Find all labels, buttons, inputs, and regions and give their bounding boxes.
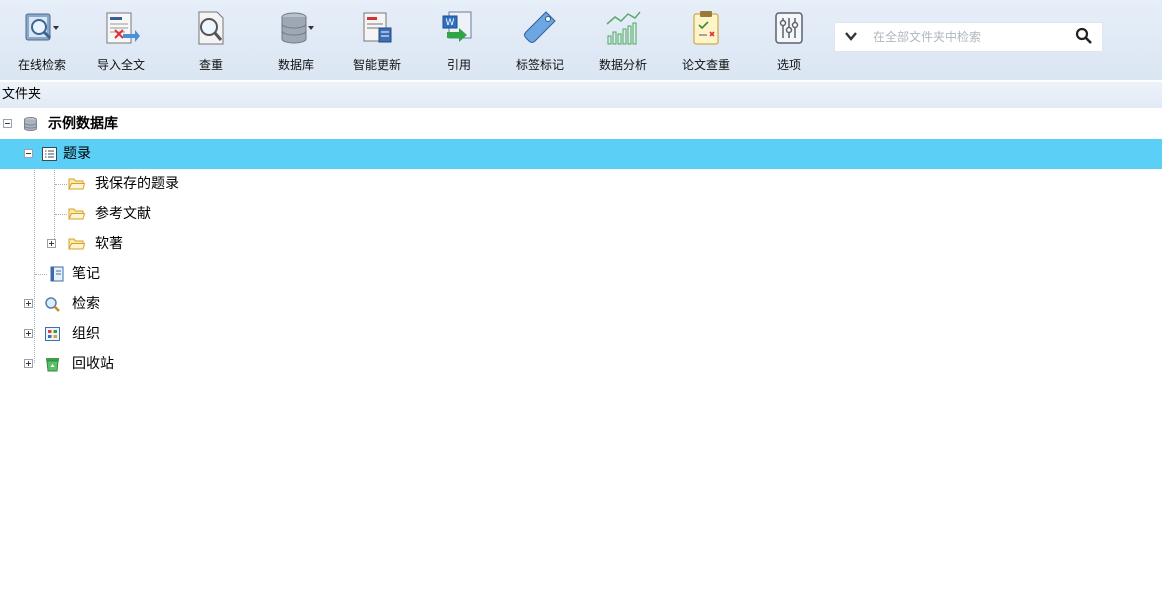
search-icon — [44, 296, 61, 312]
folder-pane-title: 文件夹 — [2, 87, 42, 102]
tree-item-label: 组织 — [72, 326, 100, 342]
cite-label: 引用 — [446, 58, 471, 72]
search-input[interactable] — [871, 26, 1065, 48]
duplicate-check-label: 查重 — [198, 58, 223, 72]
tree-item-references[interactable]: 参考文献 — [0, 199, 1162, 229]
data-analysis-button[interactable]: 数据分析 — [590, 6, 656, 76]
tree-item-search[interactable]: 检索 — [0, 289, 1162, 319]
paper-check-label: 论文查重 — [681, 58, 730, 72]
folder-icon — [68, 206, 85, 222]
data-analysis-label: 数据分析 — [598, 58, 647, 72]
tree-item-software-copyright[interactable]: 软著 — [0, 229, 1162, 259]
smart-update-label: 智能更新 — [352, 58, 401, 72]
tag-label: 标签标记 — [515, 58, 564, 72]
expand-toggle[interactable] — [24, 359, 33, 368]
database-icon — [22, 116, 39, 132]
collapse-toggle[interactable] — [3, 119, 12, 128]
database-button[interactable]: 数据库 — [267, 6, 325, 76]
organize-icon — [44, 326, 61, 342]
folder-pane-header: 文件夹 — [0, 82, 1162, 108]
search-scope-dropdown-icon[interactable] — [844, 29, 858, 43]
duplicate-check-icon — [191, 8, 231, 48]
tree-item-example-database[interactable]: 示例数据库 — [0, 109, 1162, 139]
smart-update-button[interactable]: 智能更新 — [345, 6, 409, 76]
tag-button[interactable]: 标签标记 — [508, 6, 572, 76]
expand-toggle[interactable] — [47, 239, 56, 248]
import-fulltext-icon — [101, 8, 141, 48]
smart-update-icon — [357, 8, 397, 48]
options-button[interactable]: 选项 — [764, 6, 814, 76]
collapse-toggle[interactable] — [24, 149, 33, 158]
recycle-bin-icon — [44, 356, 61, 372]
notebook-icon — [48, 266, 65, 282]
online-search-icon — [22, 8, 62, 48]
tree-item-label: 回收站 — [72, 356, 114, 372]
tree-item-label: 检索 — [72, 296, 100, 312]
cite-icon: W — [439, 8, 479, 48]
database-icon — [276, 8, 316, 48]
options-label: 选项 — [776, 58, 801, 72]
main-toolbar: 在线检索 导入全文 查重 数据库 智能更新 W 引用 标签标记 数据分析 论文查… — [0, 0, 1162, 80]
list-icon — [41, 146, 58, 162]
tree-item-label: 示例数据库 — [48, 116, 118, 132]
database-label: 数据库 — [277, 58, 314, 72]
tree-item-organize[interactable]: 组织 — [0, 319, 1162, 349]
expand-toggle[interactable] — [24, 299, 33, 308]
paper-check-icon — [686, 8, 726, 48]
paper-check-button[interactable]: 论文查重 — [673, 6, 739, 76]
search-icon[interactable] — [1075, 27, 1093, 45]
search-box — [834, 22, 1103, 52]
folder-icon — [68, 236, 85, 252]
tree-item-records[interactable]: 题录 — [0, 139, 1162, 169]
tree-item-label: 笔记 — [72, 266, 100, 282]
online-search-button[interactable]: 在线检索 — [8, 6, 76, 76]
tree-item-saved-records[interactable]: 我保存的题录 — [0, 169, 1162, 199]
cite-button[interactable]: W 引用 — [433, 6, 485, 76]
tree-item-label: 我保存的题录 — [95, 176, 179, 192]
import-fulltext-button[interactable]: 导入全文 — [93, 6, 149, 76]
folder-icon — [68, 176, 85, 192]
expand-toggle[interactable] — [24, 329, 33, 338]
duplicate-check-button[interactable]: 查重 — [185, 6, 237, 76]
tree-item-notes[interactable]: 笔记 — [0, 259, 1162, 289]
options-icon — [769, 8, 809, 48]
import-fulltext-label: 导入全文 — [96, 58, 145, 72]
tree-item-label: 题录 — [63, 146, 91, 162]
data-analysis-icon — [603, 8, 643, 48]
svg-text:W: W — [446, 18, 455, 28]
tree-item-label: 软著 — [95, 236, 123, 252]
online-search-label: 在线检索 — [17, 58, 66, 72]
tag-icon — [520, 8, 560, 48]
tree-item-recycle-bin[interactable]: 回收站 — [0, 349, 1162, 379]
tree-item-label: 参考文献 — [95, 206, 151, 222]
